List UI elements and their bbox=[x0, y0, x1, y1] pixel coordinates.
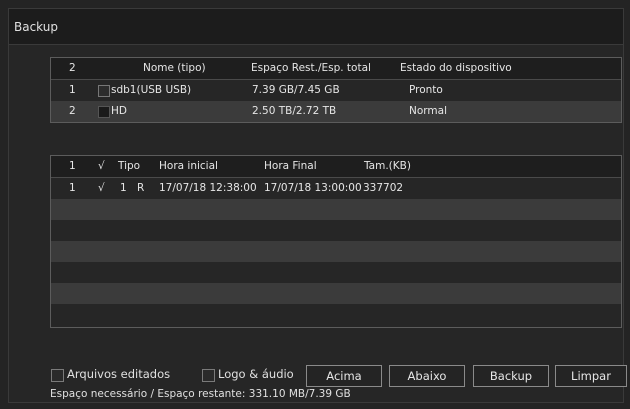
file-channel: 1 bbox=[120, 182, 127, 194]
device-table-header: 2 Nome (tipo) Espaço Rest./Esp. total Es… bbox=[51, 58, 621, 80]
down-button[interactable]: Abaixo bbox=[389, 365, 465, 387]
device-index: 2 bbox=[69, 105, 76, 117]
file-count-header: 1 bbox=[69, 160, 76, 172]
clear-button[interactable]: Limpar bbox=[555, 365, 627, 387]
file-table-header: 1 √ Tipo Hora inicial Hora Final Tam.(KB… bbox=[51, 156, 621, 178]
device-row[interactable]: 2 HD 2.50 TB/2.72 TB Normal bbox=[51, 101, 621, 122]
device-index: 1 bbox=[69, 84, 76, 96]
file-index: 1 bbox=[69, 182, 76, 194]
file-end-header: Hora Final bbox=[264, 160, 317, 172]
empty-row bbox=[51, 220, 621, 241]
empty-row bbox=[51, 262, 621, 283]
file-type-header: Tipo bbox=[118, 160, 141, 172]
edited-files-label: Arquivos editados bbox=[67, 367, 171, 381]
backup-button[interactable]: Backup bbox=[473, 365, 549, 387]
device-name: sdb1(USB USB) bbox=[111, 84, 192, 96]
empty-row bbox=[51, 199, 621, 220]
file-check[interactable]: √ bbox=[98, 182, 105, 194]
empty-row bbox=[51, 304, 621, 325]
device-count-header: 2 bbox=[69, 62, 76, 74]
device-state: Pronto bbox=[409, 84, 443, 96]
empty-row bbox=[51, 241, 621, 262]
file-start-header: Hora inicial bbox=[159, 160, 218, 172]
window-title: Backup bbox=[14, 20, 58, 34]
log-audio-checkbox[interactable] bbox=[202, 369, 215, 382]
select-all-check[interactable]: √ bbox=[98, 160, 105, 172]
file-table: 1 √ Tipo Hora inicial Hora Final Tam.(KB… bbox=[50, 155, 622, 328]
log-audio-label: Logo & áudio bbox=[218, 367, 294, 381]
device-checkbox[interactable] bbox=[98, 85, 110, 97]
space-status: Espaço necessário / Espaço restante: 331… bbox=[50, 388, 351, 400]
device-space: 7.39 GB/7.45 GB bbox=[252, 84, 340, 96]
file-size: 337702 bbox=[363, 182, 404, 194]
device-space-header: Espaço Rest./Esp. total bbox=[251, 62, 371, 74]
file-size-header: Tam.(KB) bbox=[364, 160, 411, 172]
device-name: HD bbox=[111, 105, 127, 117]
space-status-label: Espaço necessário / Espaço restante: bbox=[50, 388, 246, 400]
edited-files-checkbox[interactable] bbox=[51, 369, 64, 382]
file-row[interactable]: 1 √ 1 R 17/07/18 12:38:00 17/07/18 13:00… bbox=[51, 178, 621, 199]
file-end: 17/07/18 13:00:00 bbox=[264, 182, 362, 194]
space-status-value: 331.10 MB/7.39 GB bbox=[248, 388, 351, 400]
file-type: R bbox=[137, 182, 145, 194]
up-button[interactable]: Acima bbox=[306, 365, 382, 387]
device-space: 2.50 TB/2.72 TB bbox=[252, 105, 337, 117]
file-start: 17/07/18 12:38:00 bbox=[159, 182, 257, 194]
device-checkbox[interactable] bbox=[98, 106, 110, 118]
device-row[interactable]: 1 sdb1(USB USB) 7.39 GB/7.45 GB Pronto bbox=[51, 80, 621, 101]
device-state-header: Estado do dispositivo bbox=[400, 62, 512, 74]
title-bar: Backup bbox=[8, 8, 624, 45]
device-name-header: Nome (tipo) bbox=[143, 62, 206, 74]
empty-row bbox=[51, 283, 621, 304]
device-table: 2 Nome (tipo) Espaço Rest./Esp. total Es… bbox=[50, 57, 622, 123]
device-state: Normal bbox=[409, 105, 447, 117]
